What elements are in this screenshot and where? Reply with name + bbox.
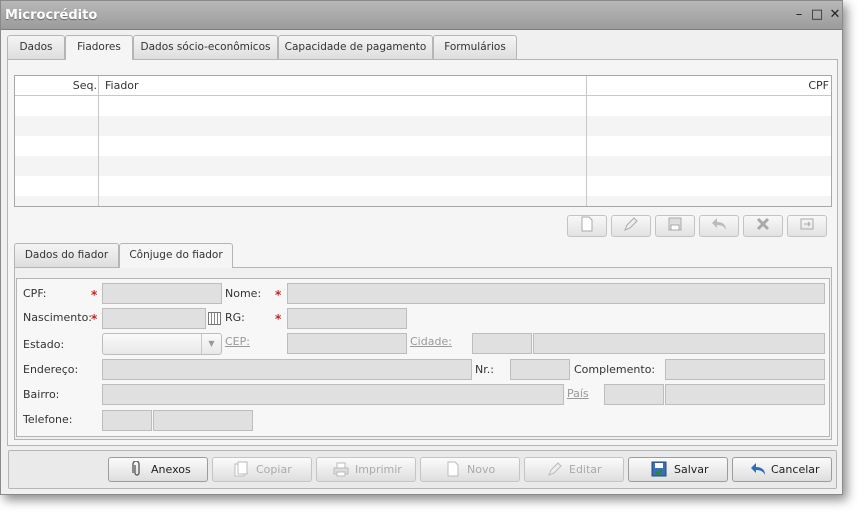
cep-field[interactable] bbox=[287, 333, 407, 354]
novo-label: Novo bbox=[467, 463, 496, 476]
undo-arrow-icon bbox=[749, 461, 765, 478]
tab-conjuge-do-fiador[interactable]: Cônjuge do fiador bbox=[119, 243, 233, 268]
new-document-icon[interactable] bbox=[567, 215, 607, 237]
close-icon[interactable]: ✕ bbox=[828, 7, 842, 23]
table-row[interactable] bbox=[15, 156, 831, 176]
edit-pencil-icon[interactable] bbox=[611, 215, 651, 237]
tab-dados-socio-economicos[interactable]: Dados sócio-econômicos bbox=[133, 35, 278, 59]
required-marker: * bbox=[275, 312, 282, 326]
cep-link[interactable]: CEP: bbox=[225, 334, 250, 350]
cidade-code-field[interactable] bbox=[472, 333, 532, 354]
copiar-button[interactable]: Copiar bbox=[212, 457, 312, 482]
microcredito-window: Microcrédito – □ ✕ Dados Fiadores Dados … bbox=[0, 0, 843, 495]
estado-select[interactable]: ▼ bbox=[102, 333, 222, 355]
tab-dados-do-fiador[interactable]: Dados do fiador bbox=[14, 243, 119, 267]
refresh-icon[interactable] bbox=[787, 215, 827, 237]
title-bar: Microcrédito – □ ✕ bbox=[1, 1, 842, 30]
editar-label: Editar bbox=[569, 463, 602, 476]
nome-field[interactable] bbox=[287, 283, 825, 304]
required-marker: * bbox=[91, 312, 98, 326]
telefone-number-field[interactable] bbox=[153, 410, 253, 431]
cancelar-label: Cancelar bbox=[771, 463, 820, 476]
bairro-label: Bairro: bbox=[23, 388, 60, 401]
telefone-ddd-field[interactable] bbox=[102, 410, 152, 431]
table-row[interactable] bbox=[15, 96, 831, 116]
window-title: Microcrédito bbox=[5, 8, 98, 23]
minimize-icon[interactable]: – bbox=[792, 7, 806, 23]
tab-capacidade-de-pagamento[interactable]: Capacidade de pagamento bbox=[278, 35, 433, 59]
cpf-label: CPF: bbox=[23, 287, 47, 300]
table-row[interactable] bbox=[15, 196, 831, 206]
undo-arrow-icon[interactable] bbox=[699, 215, 739, 237]
telefone-label: Telefone: bbox=[23, 413, 73, 426]
delete-x-icon[interactable] bbox=[743, 215, 783, 237]
calendar-icon[interactable] bbox=[208, 312, 221, 325]
column-header-cpf[interactable]: CPF bbox=[808, 76, 829, 96]
tab-fiadores[interactable]: Fiadores bbox=[65, 35, 133, 60]
cidade-link[interactable]: Cidade: bbox=[410, 334, 452, 350]
save-disk-icon bbox=[651, 461, 667, 478]
endereco-field[interactable] bbox=[102, 359, 472, 380]
copiar-label: Copiar bbox=[256, 463, 292, 476]
estado-label: Estado: bbox=[23, 338, 65, 351]
column-header-seq[interactable]: Seq. bbox=[15, 76, 97, 96]
salvar-button[interactable]: Salvar bbox=[628, 457, 728, 482]
tab-dados[interactable]: Dados bbox=[7, 35, 65, 59]
table-header: Seq. Fiador CPF bbox=[15, 76, 831, 96]
table-row[interactable] bbox=[15, 176, 831, 196]
bairro-field[interactable] bbox=[102, 384, 564, 405]
nascimento-label: Nascimento: bbox=[23, 311, 93, 324]
rg-field[interactable] bbox=[287, 308, 407, 329]
pais-name-field[interactable] bbox=[665, 384, 825, 405]
printer-icon bbox=[333, 461, 349, 478]
anexos-label: Anexos bbox=[151, 463, 191, 476]
endereco-label: Endereço: bbox=[23, 363, 79, 376]
column-header-fiador[interactable]: Fiador bbox=[105, 76, 139, 96]
column-divider bbox=[586, 76, 587, 206]
imprimir-label: Imprimir bbox=[355, 463, 402, 476]
fiadores-table[interactable]: Seq. Fiador CPF bbox=[14, 75, 832, 207]
table-row[interactable] bbox=[15, 136, 831, 156]
nr-label: Nr.: bbox=[475, 363, 494, 376]
novo-button[interactable]: Novo bbox=[420, 457, 520, 482]
pais-code-field[interactable] bbox=[604, 384, 664, 405]
nascimento-field[interactable] bbox=[102, 308, 206, 329]
salvar-label: Salvar bbox=[674, 463, 709, 476]
editar-button[interactable]: Editar bbox=[524, 457, 624, 482]
cidade-name-field[interactable] bbox=[533, 333, 825, 354]
complemento-field[interactable] bbox=[665, 359, 825, 380]
maximize-icon[interactable]: □ bbox=[810, 7, 824, 23]
copy-icon bbox=[233, 461, 249, 478]
column-divider bbox=[98, 76, 99, 206]
nome-label: Nome: bbox=[225, 287, 262, 300]
new-document-icon bbox=[445, 461, 461, 478]
cpf-field[interactable] bbox=[102, 283, 222, 304]
tab-formularios[interactable]: Formulários bbox=[433, 35, 517, 59]
chevron-down-icon[interactable]: ▼ bbox=[201, 334, 221, 354]
edit-pencil-icon bbox=[547, 461, 563, 478]
complemento-label: Complemento: bbox=[574, 363, 656, 376]
table-row[interactable] bbox=[15, 116, 831, 136]
pais-link[interactable]: País bbox=[567, 386, 589, 402]
rg-label: RG: bbox=[225, 311, 245, 324]
imprimir-button[interactable]: Imprimir bbox=[316, 457, 416, 482]
save-disk-icon[interactable] bbox=[655, 215, 695, 237]
paperclip-icon bbox=[129, 460, 145, 478]
required-marker: * bbox=[91, 288, 98, 302]
nr-field[interactable] bbox=[510, 359, 570, 380]
required-marker: * bbox=[275, 288, 282, 302]
anexos-button[interactable]: Anexos bbox=[108, 457, 208, 482]
cancelar-button[interactable]: Cancelar bbox=[732, 457, 832, 482]
